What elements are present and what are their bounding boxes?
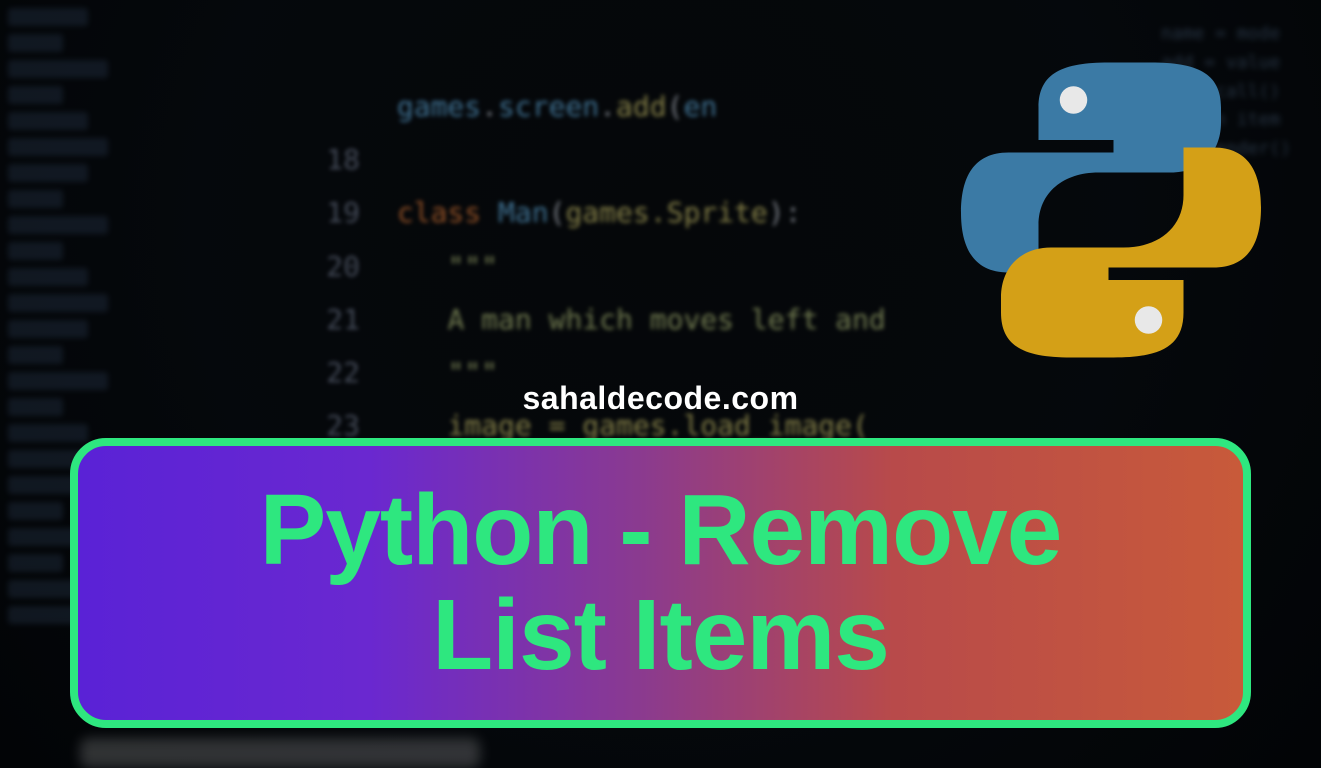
bottom-blurred-highlight [80, 738, 480, 768]
watermark-text: sahaldecode.com [522, 380, 798, 417]
python-logo-icon [951, 50, 1271, 370]
code-token: games [397, 90, 481, 123]
title-banner: Python - Remove List Items [70, 438, 1251, 728]
title-line-1: Python - Remove [260, 474, 1062, 586]
title-line-2: List Items [432, 579, 889, 691]
title-text: Python - Remove List Items [260, 478, 1062, 688]
